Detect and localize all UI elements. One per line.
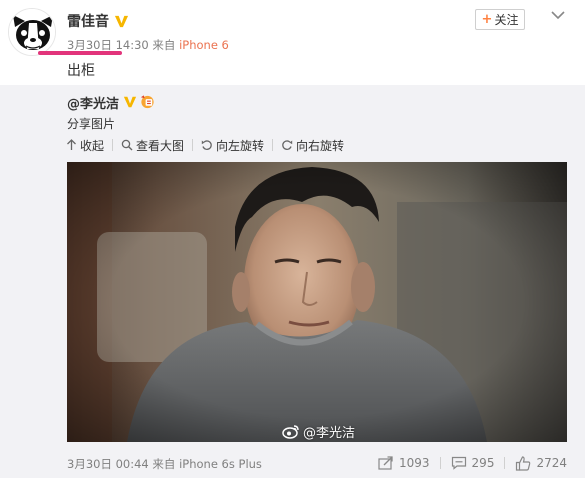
- author-avatar[interactable]: [8, 8, 56, 56]
- repost-count: 1093: [399, 456, 430, 470]
- follow-label: 关注: [494, 13, 519, 27]
- like-count-button[interactable]: 2724: [515, 455, 567, 471]
- rotate-right-label: 向右旋转: [296, 138, 345, 153]
- repost-date[interactable]: 3月30日: [67, 457, 112, 471]
- repost-stats: 1093 295 2724: [378, 454, 567, 472]
- post-time[interactable]: 14:30: [116, 38, 149, 52]
- thumbs-up-icon: [516, 455, 531, 471]
- repost-meta: 3月30日 00:44 来自 iPhone 6s Plus: [67, 456, 262, 472]
- view-large-button[interactable]: 查看大图: [121, 137, 184, 154]
- view-large-label: 查看大图: [136, 138, 185, 153]
- repost-device[interactable]: iPhone 6s Plus: [179, 457, 262, 471]
- toolbar-divider: [272, 139, 274, 151]
- collapse-label: 收起: [80, 138, 105, 153]
- chevron-down-icon[interactable]: [551, 10, 565, 20]
- stats-divider: [504, 457, 506, 469]
- rotate-right-button[interactable]: 向右旋转: [281, 137, 344, 154]
- toolbar-divider: [192, 139, 194, 151]
- comment-count-button[interactable]: 295: [451, 456, 495, 470]
- like-count: 2724: [536, 456, 567, 470]
- post-text: 出柜: [67, 63, 95, 79]
- rotate-left-icon: [201, 140, 212, 150]
- repost-content: 分享图片: [67, 117, 116, 131]
- share-icon: [378, 456, 393, 470]
- post-device[interactable]: iPhone 6: [179, 38, 229, 52]
- collapse-arrow-icon: [67, 139, 76, 150]
- vip-medal-icon[interactable]: [139, 94, 156, 110]
- photo-watermark: @李光洁: [282, 422, 355, 441]
- repost-via-prefix: 来自: [152, 457, 176, 471]
- follow-button[interactable]: + 关注: [475, 9, 525, 30]
- author-name[interactable]: 雷佳音: [67, 11, 109, 31]
- portrait-photo: [67, 162, 567, 442]
- verified-badge-icon: [123, 96, 137, 108]
- rotate-left-button[interactable]: 向左旋转: [201, 137, 264, 154]
- author-row: 雷佳音: [67, 10, 129, 32]
- repost-count-button[interactable]: 1093: [378, 456, 430, 470]
- weibo-logo-icon: [282, 425, 299, 439]
- stats-divider: [439, 457, 441, 469]
- post-photo[interactable]: [67, 162, 567, 442]
- via-prefix: 来自: [152, 38, 176, 52]
- rotate-right-icon: [282, 140, 293, 150]
- annotation-underline: [38, 51, 122, 55]
- comment-count: 295: [471, 456, 495, 470]
- verified-badge-icon: [114, 15, 129, 27]
- post-date[interactable]: 3月30日: [67, 38, 112, 52]
- image-toolbar: 收起 查看大图 向左旋转 向右旋转: [66, 137, 344, 153]
- plus-icon: +: [481, 12, 493, 27]
- repost-time[interactable]: 00:44: [116, 457, 149, 471]
- watermark-text: @李光洁: [303, 426, 356, 441]
- collapse-button[interactable]: 收起: [66, 137, 104, 154]
- original-author-link[interactable]: @李光洁: [67, 93, 119, 112]
- toolbar-divider: [112, 139, 114, 151]
- original-author-row: @李光洁: [67, 93, 156, 112]
- bulldog-avatar-icon: [9, 9, 55, 55]
- magnifier-icon: [121, 139, 133, 151]
- comment-icon: [451, 456, 466, 470]
- rotate-left-label: 向左旋转: [216, 138, 265, 153]
